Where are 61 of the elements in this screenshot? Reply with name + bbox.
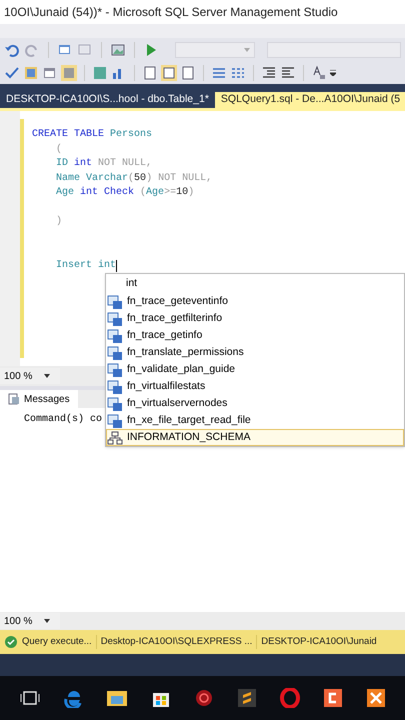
document-icon[interactable]: [180, 65, 196, 81]
app-icon[interactable]: [366, 688, 386, 708]
undo-icon[interactable]: [4, 42, 20, 58]
window-icon[interactable]: [42, 65, 58, 81]
autocomplete-item[interactable]: fn_validate_plan_guide: [106, 361, 404, 378]
document-icon[interactable]: [142, 65, 158, 81]
caret-icon: [44, 619, 50, 623]
grid-icon[interactable]: [23, 65, 39, 81]
autocomplete-filter[interactable]: int: [106, 274, 404, 293]
code-line: Name Varchar(50) NOT NULL,: [55, 172, 212, 186]
status-text: Query execute...: [22, 634, 93, 649]
status-text: DESKTOP-ICA10OI\Junaid: [256, 634, 381, 650]
overflow-icon[interactable]: [330, 70, 336, 76]
app-icon[interactable]: [194, 688, 214, 708]
messages-tab[interactable]: Messages: [0, 390, 78, 408]
autocomplete-item[interactable]: fn_translate_permissions: [106, 344, 404, 361]
folder-icon[interactable]: [106, 689, 128, 707]
function-icon: [107, 380, 123, 394]
text-cursor-icon: [116, 260, 118, 272]
autocomplete-item[interactable]: fn_trace_geteventinfo: [106, 293, 404, 310]
font-icon[interactable]: [311, 65, 327, 81]
success-icon: [4, 635, 18, 649]
function-icon: [107, 362, 123, 376]
code-line: CREATE TABLE Persons: [32, 128, 152, 142]
caret-icon: [244, 48, 250, 52]
autocomplete-item[interactable]: fn_virtualfilestats: [106, 378, 404, 395]
autocomplete-item[interactable]: fn_trace_getinfo: [106, 327, 404, 344]
schema-icon: [107, 430, 123, 444]
messages-icon: [8, 393, 20, 405]
function-icon: [107, 328, 123, 342]
code-line: Age int Check (Age>=10): [55, 186, 194, 200]
code-line: (: [55, 142, 62, 156]
search-field[interactable]: [267, 42, 401, 58]
message-text: Command(s) co: [24, 412, 102, 427]
document-tab[interactable]: SQLQuery1.sql - De...A10OI\Junaid (5: [214, 92, 405, 108]
code-line: ): [55, 215, 62, 229]
opera-icon[interactable]: [280, 688, 300, 708]
document-tab[interactable]: DESKTOP-ICA10OI\S...hool - dbo.Table_1*: [0, 92, 215, 108]
autocomplete-item[interactable]: fn_trace_getfilterinfo: [106, 310, 404, 327]
editor-app-icon[interactable]: [236, 688, 256, 708]
browser-icon[interactable]: [62, 688, 82, 708]
autocomplete-item[interactable]: INFORMATION_SCHEMA: [106, 429, 404, 446]
image-icon[interactable]: [110, 42, 126, 58]
zoom-dropdown[interactable]: 100 %: [0, 368, 60, 384]
check-icon[interactable]: [4, 65, 20, 81]
autocomplete-item[interactable]: fn_virtualservernodes: [106, 395, 404, 412]
function-icon: [107, 294, 123, 308]
zoom-dropdown[interactable]: 100 %: [0, 613, 60, 629]
table-icon[interactable]: [161, 65, 177, 81]
function-icon: [107, 414, 123, 428]
function-icon: [107, 346, 123, 360]
code-line: ID int NOT NULL,: [55, 157, 152, 171]
function-icon: [107, 396, 123, 410]
status-text: Desktop-ICA10OI\SQLEXPRESS ...: [96, 634, 256, 650]
caret-icon: [44, 374, 50, 378]
function-icon: [107, 312, 123, 326]
code-line: Insert int: [55, 258, 116, 272]
window-title: 10OI\Junaid (54))* - Microsoft SQL Server Management Studio: [4, 4, 338, 21]
task-view-icon[interactable]: [20, 690, 40, 706]
autocomplete-item[interactable]: fn_xe_file_target_read_file: [106, 412, 404, 429]
app-icon[interactable]: [322, 688, 342, 708]
